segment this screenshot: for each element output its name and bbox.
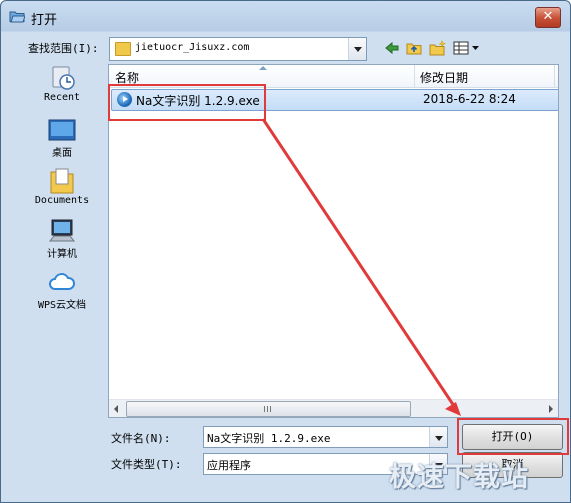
folder-open-icon (9, 11, 25, 23)
highlight-box-open (457, 418, 569, 455)
place-computer[interactable]: 计算机 (22, 217, 102, 260)
back-arrow-icon[interactable] (384, 40, 400, 56)
up-folder-icon[interactable] (406, 40, 422, 56)
scroll-grip (264, 406, 272, 412)
filename-input[interactable]: Na文字识别 1.2.9.exe (203, 426, 448, 448)
chevron-down-icon[interactable] (429, 427, 447, 447)
desktop-icon (48, 116, 76, 144)
highlight-box-file (108, 84, 266, 121)
place-label: WPS云文档 (37, 300, 87, 311)
scroll-left-icon[interactable] (114, 405, 118, 413)
column-date-modified[interactable]: 修改日期 (420, 69, 468, 86)
place-label: 桌面 (52, 148, 72, 159)
places-bar: Recent 桌面 Documents 计算机 WPS云文档 (22, 62, 102, 312)
horizontal-scrollbar[interactable] (109, 399, 558, 417)
look-in-dropdown[interactable]: jietuocr_Jisuxz.com (109, 37, 367, 61)
watermark: 极速下载站 (389, 462, 529, 493)
place-wps-cloud[interactable]: WPS云文档 (22, 268, 102, 311)
cloud-icon (48, 268, 76, 296)
folder-icon (115, 42, 131, 56)
place-label: 计算机 (47, 249, 77, 260)
new-folder-icon[interactable] (429, 40, 447, 56)
place-label: Documents (34, 195, 90, 206)
recent-icon (48, 64, 76, 92)
look-in-label: 查找范围(I): (28, 42, 99, 55)
documents-icon (48, 167, 76, 195)
place-recent[interactable]: Recent (22, 64, 102, 103)
scroll-right-icon[interactable] (549, 405, 553, 413)
view-menu-icon[interactable] (453, 40, 481, 56)
column-divider[interactable] (414, 65, 415, 87)
close-button[interactable]: ✕ (535, 7, 561, 28)
computer-icon (48, 217, 76, 245)
filetype-value: 应用程序 (207, 459, 251, 472)
open-file-dialog: 打开 ✕ 查找范围(I): jietuocr_Jisuxz.com Recent (0, 0, 571, 503)
place-label: Recent (43, 92, 81, 103)
look-in-value: jietuocr_Jisuxz.com (135, 42, 250, 53)
title-bar[interactable]: 打开 ✕ (1, 1, 570, 32)
file-date: 2018-6-22 8:24 (423, 92, 516, 106)
place-desktop[interactable]: 桌面 (22, 116, 102, 159)
scrollbar-thumb[interactable] (126, 401, 411, 417)
filetype-label: 文件类型(T): (111, 458, 182, 471)
place-documents[interactable]: Documents (22, 167, 102, 206)
filename-value: Na文字识别 1.2.9.exe (207, 432, 331, 445)
sort-ascending-icon (259, 66, 267, 70)
filename-label: 文件名(N): (111, 432, 171, 445)
column-divider[interactable] (554, 65, 555, 87)
chevron-down-icon[interactable] (348, 38, 366, 60)
window-title: 打开 (31, 13, 58, 28)
